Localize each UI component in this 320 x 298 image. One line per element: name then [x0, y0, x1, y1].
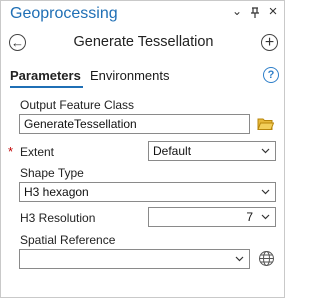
spatial-reference-label: Spatial Reference	[20, 233, 116, 247]
folder-icon[interactable]	[257, 117, 275, 136]
h3-resolution-label: H3 Resolution	[20, 211, 96, 225]
tool-title: Generate Tessellation	[73, 34, 214, 50]
shape-type-label: Shape Type	[20, 166, 84, 180]
extent-value: Default	[153, 144, 192, 158]
output-feature-class-label: Output Feature Class	[20, 98, 135, 112]
chevron-down-icon	[261, 214, 270, 220]
pane-options-icon[interactable]: ⌄	[230, 4, 244, 18]
close-icon[interactable]: ×	[266, 4, 280, 19]
output-feature-class-input[interactable]: GenerateTessellation	[19, 114, 250, 134]
shape-type-value: H3 hexagon	[24, 185, 89, 199]
extent-dropdown[interactable]: Default	[148, 141, 276, 161]
h3-resolution-value: 7	[246, 210, 253, 224]
chevron-down-icon	[261, 148, 270, 154]
add-icon[interactable]: +	[261, 34, 278, 51]
help-glyph: ?	[267, 69, 275, 81]
tab-parameters[interactable]: Parameters	[10, 68, 81, 83]
chevron-down-icon	[235, 256, 244, 262]
spatial-reference-dropdown[interactable]	[19, 249, 250, 269]
chevron-down-icon	[261, 189, 270, 195]
plus-glyph: +	[264, 34, 275, 51]
geoprocessing-pane: Geoprocessing ⌄ × ← Generate Tessellatio…	[0, 0, 285, 298]
globe-icon[interactable]	[258, 250, 275, 272]
h3-resolution-dropdown[interactable]: 7	[148, 207, 276, 227]
pane-title: Geoprocessing	[10, 5, 118, 22]
required-indicator: *	[8, 144, 14, 159]
help-icon[interactable]: ?	[263, 67, 279, 83]
tab-environments[interactable]: Environments	[90, 68, 169, 83]
pin-icon[interactable]	[248, 7, 262, 22]
active-tab-underline	[10, 86, 83, 88]
extent-label: Extent	[20, 145, 55, 159]
shape-type-dropdown[interactable]: H3 hexagon	[19, 182, 276, 202]
